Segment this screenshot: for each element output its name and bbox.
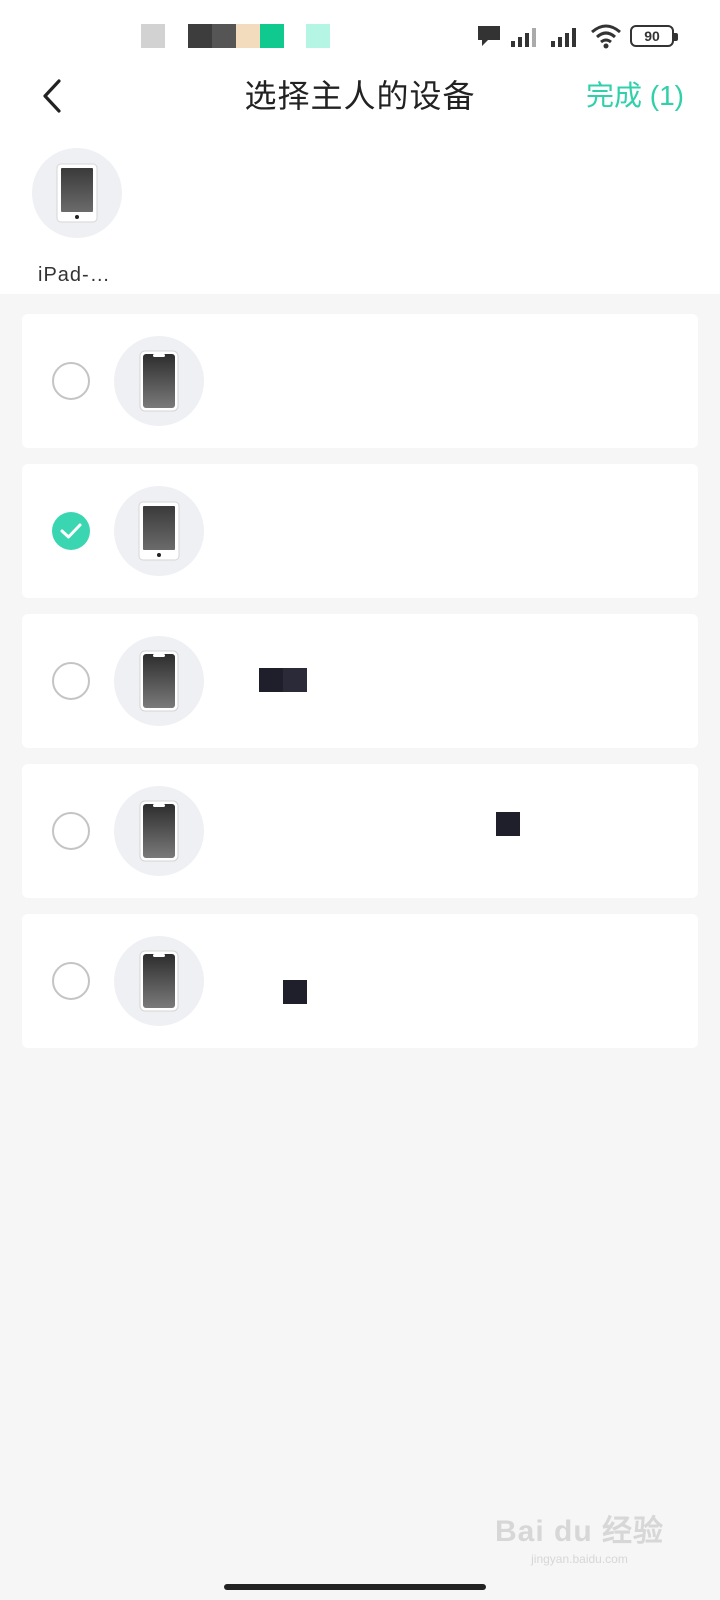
status-pixel (212, 24, 236, 48)
battery-icon: 90 (630, 25, 678, 47)
phone-icon (139, 650, 179, 712)
device-avatar (114, 936, 204, 1026)
status-icons: 90 (476, 22, 678, 50)
radio-unchecked[interactable] (52, 662, 90, 700)
signal-icon (551, 28, 576, 47)
header: 选择主人的设备 完成 (1) (0, 60, 720, 132)
status-pixel (306, 24, 330, 48)
selected-devices-area: iPad-… (0, 132, 720, 294)
wifi-icon (591, 24, 621, 49)
phone-icon (139, 950, 179, 1012)
status-pixel (188, 24, 212, 48)
radio-checked[interactable] (52, 512, 90, 550)
radio-unchecked[interactable] (52, 362, 90, 400)
device-list-item[interactable] (22, 614, 698, 748)
checkmark-icon (60, 523, 82, 539)
device-avatar (114, 786, 204, 876)
redacted-block (283, 668, 307, 692)
device-list-item[interactable] (22, 464, 698, 598)
device-list-item[interactable] (22, 314, 698, 448)
status-bar: 90 (0, 0, 720, 60)
home-indicator[interactable] (224, 1584, 486, 1590)
back-button[interactable] (30, 74, 74, 118)
tablet-icon (138, 501, 180, 561)
device-list (22, 314, 698, 1064)
device-avatar (114, 486, 204, 576)
battery-level: 90 (644, 28, 660, 44)
device-list-item[interactable] (22, 764, 698, 898)
device-avatar (114, 636, 204, 726)
redacted-block (283, 980, 307, 1004)
status-pixel (260, 24, 284, 48)
phone-icon (139, 350, 179, 412)
done-button[interactable]: 完成 (1) (586, 60, 684, 132)
device-avatar (114, 336, 204, 426)
selected-device-label: iPad-… (38, 264, 111, 286)
device-list-item[interactable] (22, 914, 698, 1048)
redacted-block (259, 668, 283, 692)
watermark: Bai du 经验 jingyan.baidu.com (495, 1506, 664, 1566)
redacted-block (496, 812, 520, 836)
status-pixel (236, 24, 260, 48)
device-avatar (32, 148, 122, 238)
signal-icon (511, 28, 536, 47)
page: 90 选择主人的设备 完成 (1) iPad-… Bai du 经验 jingy… (0, 0, 720, 1600)
status-pixel (141, 24, 165, 48)
radio-unchecked[interactable] (52, 812, 90, 850)
tablet-icon (56, 163, 98, 223)
radio-unchecked[interactable] (52, 962, 90, 1000)
chevron-left-icon (43, 79, 61, 113)
watermark-logo: Bai du 经验 (494, 1515, 664, 1548)
watermark-url: jingyan.baidu.com (531, 1552, 628, 1566)
phone-icon (139, 800, 179, 862)
selected-device-item[interactable]: iPad-… (32, 148, 122, 287)
message-icon (478, 26, 500, 46)
